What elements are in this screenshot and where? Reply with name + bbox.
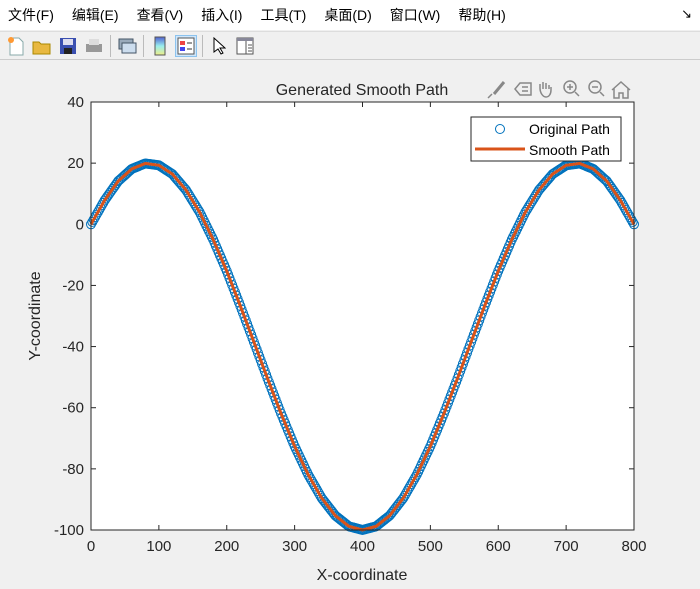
dock-arrow-icon[interactable]: ↘ [681, 6, 692, 22]
x-tick-label: 200 [214, 538, 239, 555]
y-axis-label: Y-coordinate [27, 271, 44, 360]
x-tick-label: 600 [486, 538, 511, 555]
y-tick-label: -40 [62, 339, 84, 356]
menu-window[interactable]: 窗口(W) [381, 5, 450, 25]
zoom-out-icon[interactable] [588, 80, 605, 97]
x-tick-label: 100 [146, 538, 171, 555]
y-tick-label: -60 [62, 400, 84, 417]
x-tick-label: 500 [418, 538, 443, 555]
toolbar-divider [202, 34, 203, 57]
y-tick-label: -80 [62, 461, 84, 478]
pan-icon[interactable] [539, 82, 552, 98]
chart-title: Generated Smooth Path [276, 82, 449, 99]
colorbar-icon[interactable] [149, 35, 171, 57]
save-icon[interactable] [57, 35, 79, 57]
toolbar-divider [110, 34, 111, 57]
legend-label-smooth: Smooth Path [529, 142, 610, 158]
x-tick-label: 700 [554, 538, 579, 555]
y-tick-label: -20 [62, 277, 84, 294]
menu-insert[interactable]: 插入(I) [192, 5, 251, 25]
x-tick-label: 400 [350, 538, 375, 555]
menu-file[interactable]: 文件(F) [0, 5, 63, 25]
x-tick-label: 300 [282, 538, 307, 555]
menu-help[interactable]: 帮助(H) [449, 5, 514, 25]
axes-toolbar [487, 80, 631, 99]
y-tick-label: 0 [76, 216, 84, 233]
legend-label-original: Original Path [529, 121, 610, 137]
y-tick-label: 20 [67, 155, 84, 172]
menu-edit[interactable]: 编辑(E) [63, 5, 128, 25]
link-plot-icon[interactable] [116, 35, 138, 57]
toolbar-divider [143, 34, 144, 57]
open-folder-icon[interactable] [31, 35, 53, 57]
y-tick-label: -100 [54, 522, 84, 539]
new-file-icon[interactable] [5, 35, 27, 57]
legend: Original Path Smooth Path [470, 116, 622, 162]
figure-toolbar [0, 31, 700, 60]
menu-tools[interactable]: 工具(T) [251, 5, 315, 25]
x-axis-label: X-coordinate [317, 567, 408, 584]
home-icon[interactable] [611, 80, 631, 99]
legend-icon[interactable] [175, 34, 197, 57]
menu-view[interactable]: 查看(V) [128, 5, 193, 25]
y-tick-label: 40 [67, 94, 84, 111]
x-tick-label: 800 [621, 538, 646, 555]
figure-canvas: 0 100 200 300 400 500 600 700 80040200-20-40-60-… [27, 80, 647, 584]
pointer-icon[interactable] [208, 35, 230, 57]
x-tick-label: 0 [87, 538, 95, 555]
menu-bar: 文件(F) 编辑(E) 查看(V) 插入(I) 工具(T) 桌面(D) 窗口(W… [0, 0, 700, 30]
data-tip-icon[interactable] [514, 82, 532, 96]
zoom-in-icon[interactable] [563, 80, 580, 97]
property-editor-icon[interactable] [234, 35, 256, 57]
menu-desktop[interactable]: 桌面(D) [315, 5, 380, 25]
axes-background [91, 102, 634, 530]
print-icon[interactable] [83, 35, 105, 57]
brush-icon[interactable] [487, 81, 506, 99]
